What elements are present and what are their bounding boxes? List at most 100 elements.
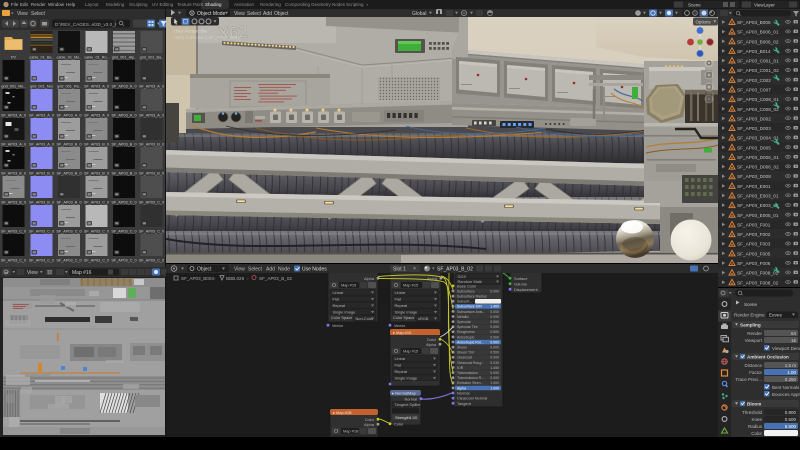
svg-text:SF_AP03_B_0: SF_AP03_B_0 [139,171,164,175]
svg-text:SF_AP03_C007: SF_AP03_C007 [737,87,771,92]
svg-text:Repeat: Repeat [395,369,408,374]
svg-text:SF_AP03_E005_01: SF_AP03_E005_01 [737,213,779,218]
svg-text:SF_AP03_A_0: SF_AP03_A_0 [111,84,136,88]
svg-text:SF_AP03_F006: SF_AP03_F006 [737,261,771,266]
svg-text:SF_AP03_C_0: SF_AP03_C_0 [84,200,109,204]
svg-text:+: + [366,3,369,8]
svg-text:SF_AP03_C_0: SF_AP03_C_0 [139,200,164,204]
svg-text:Tangent: Tangent [457,401,472,406]
svg-text:SF_AP03_D006_01: SF_AP03_D006_01 [737,155,779,160]
svg-text:0.500: 0.500 [785,417,797,422]
svg-text:0.000: 0.000 [490,335,499,339]
svg-text:Emission Stren...: Emission Stren... [457,381,483,385]
svg-text:SF_AP03_B_0: SF_AP03_B_0 [111,142,136,146]
svg-text:BBB.026: BBB.026 [226,276,245,281]
svg-text:Sheen Tint: Sheen Tint [457,351,474,355]
svg-text:Bounces Appr...: Bounces Appr... [772,392,800,397]
svg-text:UV Editing: UV Editing [152,2,174,7]
svg-text:Single Image: Single Image [333,309,356,314]
svg-text:SF_AP03_B005: SF_AP03_B005 [737,20,771,25]
svg-text:64: 64 [791,331,797,336]
svg-text:0.000: 0.000 [490,310,499,314]
svg-text:6.500: 6.500 [785,424,797,429]
svg-text:1.000: 1.000 [490,381,499,385]
svg-text:Eevee: Eevee [769,313,782,318]
svg-text:Threshold: Threshold [742,410,763,415]
svg-text:SF_AP03_C001_02: SF_AP03_C001_02 [737,68,779,73]
svg-text:SF_AP03_F002: SF_AP03_F002 [737,232,771,237]
svg-text:Vector: Vector [332,323,344,328]
svg-text:SF_AP03_B006_02: SF_AP03_B006_02 [737,39,779,44]
svg-text:SF_AP03_C_0: SF_AP03_C_0 [29,258,54,262]
svg-text:Scene: Scene [744,302,757,307]
svg-text:Color: Color [751,431,762,436]
svg-text:Bent Normals: Bent Normals [772,385,800,390]
svg-text:Object: Object [197,267,212,273]
svg-text:grid_001_Ro..: grid_001_Ro.. [57,84,81,88]
svg-text:1.450: 1.450 [490,366,499,370]
svg-text:Slot 1: Slot 1 [393,267,406,273]
svg-text:Knee: Knee [751,417,762,422]
svg-text:SF_AP03_B004: SF_AP03_B004 [181,276,214,281]
svg-text:Animation: Animation [234,2,255,7]
svg-text:Window: Window [48,2,65,7]
svg-text:SF_AP03_C_0: SF_AP03_C_0 [139,258,164,262]
svg-text:0.000: 0.000 [490,340,499,344]
svg-text:SF_AP03_B_02: SF_AP03_B_02 [259,276,292,281]
svg-text:Anisotropic: Anisotropic [457,335,475,339]
svg-text:Options: Options [696,19,712,24]
svg-text:View: View [27,270,38,276]
svg-text:Node: Node [278,267,290,273]
svg-text:Distance: Distance [744,363,762,368]
svg-text:Select: Select [248,267,263,273]
svg-text:SF_AP03_C_0: SF_AP03_C_0 [139,229,164,233]
svg-text:SF_AP03_C_0: SF_AP03_C_0 [56,229,81,233]
svg-text:cable_01_Ba..: cable_01_Ba.. [29,55,53,59]
svg-text:SF_AP03_D003: SF_AP03_D003 [737,126,771,131]
svg-text:SF_AP03_F001: SF_AP03_F001 [737,222,771,227]
svg-text:SF_AP03_B_0: SF_AP03_B_0 [84,171,109,175]
svg-text:Sheen: Sheen [457,346,467,350]
svg-text:File: File [11,2,19,7]
svg-text:Repeat: Repeat [395,303,408,308]
svg-text:Ambient Occlusion: Ambient Occlusion [747,354,789,359]
svg-text:grid_001_Nor: grid_001_Nor [30,84,54,88]
svg-text:SF_AP03_E001: SF_AP03_E001 [737,184,771,189]
svg-text:SF_AP03_F008_01: SF_AP03_F008_01 [737,271,779,276]
svg-text:Help: Help [66,2,76,7]
svg-text:Scripting: Scripting [346,2,364,7]
svg-text:SF_AP03_A_0: SF_AP03_A_0 [29,142,54,146]
svg-text:SF_AP03_D002: SF_AP03_D002 [737,116,771,121]
svg-text:Specular Tint: Specular Tint [457,325,477,329]
svg-text:Map #1B: Map #1B [343,429,359,434]
svg-text:User Perspective: User Perspective [174,29,208,34]
svg-text:Texture Paint: Texture Paint [177,2,204,7]
svg-text:SF_AP03_A_0: SF_AP03_A_0 [29,113,54,117]
svg-text:SF_AP03_C002: SF_AP03_C002 [737,78,771,83]
svg-text:SF_AP03_C001_01: SF_AP03_C001_01 [737,59,779,64]
svg-text:SF_AP03_F003: SF_AP03_F003 [737,242,771,247]
svg-text:1.00: 1.00 [787,370,796,375]
svg-text:IOR: IOR [457,366,464,370]
svg-text:SF_AP03_C008_02: SF_AP03_C008_02 [737,107,779,112]
svg-text:0.250: 0.250 [785,377,797,382]
svg-text:Map #15: Map #15 [403,283,418,288]
svg-text:0.000: 0.000 [490,315,499,319]
svg-text:Normal: Normal [404,396,417,401]
svg-text:SF_AP03_B_0: SF_AP03_B_0 [56,171,81,175]
svg-text:Layout: Layout [85,2,99,7]
svg-text:Surface: Surface [514,276,527,281]
svg-text:SF_AP03_D005: SF_AP03_D005 [737,145,771,150]
svg-text:grid_001_Ba..: grid_001_Ba.. [140,55,164,59]
svg-text:SF_AP03_E003_02: SF_AP03_E003_02 [737,203,779,208]
svg-text:SF_AP03_B_02: SF_AP03_B_02 [437,267,473,273]
svg-text:16: 16 [791,338,797,343]
svg-text:Sampling: Sampling [740,322,761,327]
svg-text:Linear: Linear [395,356,407,361]
svg-text:0.000: 0.000 [490,371,499,375]
svg-text:SF_AP03_C_0: SF_AP03_C_0 [84,258,109,262]
svg-text:Vector: Vector [394,323,406,328]
svg-text:Non-Color: Non-Color [356,316,374,321]
svg-text:SF_AP03_A_0: SF_AP03_A_0 [1,142,26,146]
svg-text:Single Image: Single Image [395,375,418,380]
